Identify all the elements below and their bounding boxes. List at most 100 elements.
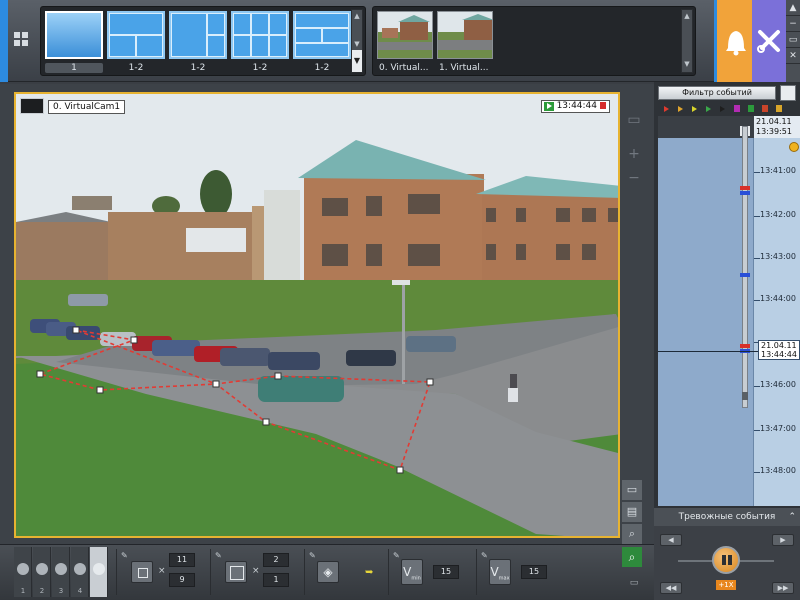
mode-button-2[interactable]: 2: [33, 547, 51, 597]
alarm-events-header[interactable]: Тревожные события ⌃: [654, 508, 800, 526]
play-icon: [543, 102, 554, 111]
calendar-icon[interactable]: [780, 85, 796, 101]
edit-icon[interactable]: ✎: [121, 551, 128, 560]
fill-bucket-icon[interactable]: ◈: [317, 561, 339, 583]
mode-button-1[interactable]: 1: [14, 547, 32, 597]
camera-0-thumb[interactable]: [377, 11, 433, 59]
grid-height-field[interactable]: 1: [263, 573, 289, 587]
orange-square-marker[interactable]: [776, 105, 782, 112]
event-filter-button[interactable]: Фильтр событий: [658, 86, 776, 100]
stop-icon: [600, 102, 606, 109]
collapse-icon[interactable]: ⌃: [788, 508, 796, 526]
tick-label: 13:43:00: [760, 252, 796, 261]
minimize-icon[interactable]: −: [786, 16, 800, 32]
alarm-bell-button[interactable]: [714, 0, 752, 82]
tick-label: 13:47:00: [760, 424, 796, 433]
layout-label: 1-2: [128, 63, 144, 73]
edit-icon[interactable]: ✎: [309, 551, 316, 560]
layout-1-2-thumb[interactable]: [169, 11, 227, 59]
grid-large-button[interactable]: [225, 561, 247, 583]
layout-label: 1-2: [190, 63, 206, 73]
vmax-icon[interactable]: Vmax: [489, 559, 511, 585]
layout-1-2-thumb[interactable]: [293, 11, 351, 59]
restore-icon[interactable]: ▭: [786, 32, 800, 48]
timeline[interactable]: 0 21.04.1113:39:51 13:41:00 13:42:00 13:…: [658, 116, 800, 506]
edit-icon[interactable]: ✎: [393, 551, 400, 560]
red-square-marker[interactable]: [762, 105, 768, 112]
grid-small-button[interactable]: [131, 561, 153, 583]
restore-window-icon[interactable]: ▭: [624, 110, 644, 130]
zoom-out-icon[interactable]: −: [624, 168, 644, 188]
cameras-scrollbar[interactable]: ▲ ▼: [681, 9, 693, 73]
active-search-icon[interactable]: ⌕: [622, 547, 642, 567]
search-icon[interactable]: ⌕: [622, 524, 642, 544]
fast-forward-button[interactable]: ▶▶: [772, 582, 794, 594]
prev-frame-button[interactable]: ◀: [660, 534, 682, 546]
archive-icon[interactable]: ▤: [622, 502, 642, 522]
event-mark[interactable]: [740, 273, 750, 277]
next-frame-button[interactable]: ▶: [772, 534, 794, 546]
grid-width-field[interactable]: 2: [263, 553, 289, 567]
event-mark[interactable]: [740, 186, 750, 190]
red-event-marker[interactable]: [664, 106, 669, 112]
grid-height-field[interactable]: 9: [169, 573, 195, 587]
alarm-indicator-icon[interactable]: [789, 142, 799, 152]
camera-label: 1. Virtual...: [439, 63, 489, 73]
arrow-icon: ➥: [365, 567, 374, 578]
detector-toolbar: 1 2 3 4 ✎ × 11 9 ✎ × 2 1 ✎ ◈ ➥ ✎ Vmin 15…: [0, 544, 654, 600]
layout-1-thumb[interactable]: [45, 11, 103, 59]
edit-icon[interactable]: ✎: [481, 551, 488, 560]
timeline-scroll-track[interactable]: [742, 126, 748, 408]
camera-type-icon: [20, 98, 44, 114]
event-mark[interactable]: [740, 344, 750, 348]
rewind-button[interactable]: ◀◀: [660, 582, 682, 594]
times-sign: ×: [252, 566, 260, 576]
green-event-marker[interactable]: [706, 106, 711, 112]
video-frame[interactable]: 0. VirtualCam1 13:44:44: [14, 92, 620, 538]
layout-grid-icon[interactable]: [14, 32, 30, 48]
playback-speed[interactable]: +1X: [716, 580, 736, 590]
layouts-panel: 1 1-2 1-2 1-2 1-2 ▲ ▼ ▼: [40, 6, 366, 76]
camera-label: 0. Virtual...: [379, 63, 429, 73]
live-time-indicator[interactable]: 13:44:44: [540, 100, 610, 113]
mini-window-icon[interactable]: ▭: [624, 573, 644, 593]
mode-button-3[interactable]: 3: [52, 547, 70, 597]
cameras-panel: 0. Virtual... 1. Virtual... ▲ ▼: [372, 6, 696, 76]
tick-label: 13:48:00: [760, 466, 796, 475]
bottom-right-tools: ⌕ ▭: [620, 545, 654, 600]
pin-icon[interactable]: ▲: [786, 0, 800, 16]
green-square-marker[interactable]: [748, 105, 754, 112]
layout-1-2-thumb[interactable]: [231, 11, 289, 59]
camera-1-thumb[interactable]: [437, 11, 493, 59]
track-thumb[interactable]: [742, 392, 748, 400]
yellow-event-marker[interactable]: [692, 106, 697, 112]
edit-icon[interactable]: ✎: [215, 551, 222, 560]
bell-icon: [726, 31, 746, 56]
zoom-in-icon[interactable]: +: [624, 144, 644, 164]
tools-icon: [757, 30, 780, 53]
fill-group: ✎ ◈ ➥: [304, 549, 386, 595]
camera-scene: [16, 94, 618, 536]
playback-controls: ◀ ▶ ◀◀ ▶▶ +1X: [654, 526, 800, 600]
mode-button-4[interactable]: 4: [71, 547, 89, 597]
vmax-field[interactable]: 15: [521, 565, 547, 579]
camera-title[interactable]: 0. VirtualCam1: [48, 100, 126, 114]
layouts-dropdown-button[interactable]: ▼: [352, 50, 362, 72]
pause-button[interactable]: [712, 546, 740, 574]
purple-event-marker[interactable]: [734, 105, 740, 112]
layout-label: 1-2: [314, 63, 330, 73]
grid-width-field[interactable]: 11: [169, 553, 195, 567]
timeline-cursor-label: 21.04.11 13:44:44: [758, 340, 800, 360]
settings-button[interactable]: [752, 0, 786, 82]
close-icon[interactable]: ✕: [786, 48, 800, 64]
orange-event-marker[interactable]: [678, 106, 683, 112]
vmin-field[interactable]: 15: [433, 565, 459, 579]
video-area: 0. VirtualCam1 13:44:44 ▭ + − ▭ ▤ ⌕: [0, 84, 654, 544]
monitor-icon[interactable]: ▭: [622, 480, 642, 500]
layout-1-2-thumb[interactable]: [107, 11, 165, 59]
event-mark[interactable]: [740, 191, 750, 195]
black-event-marker[interactable]: [720, 106, 725, 112]
layouts-scrollbar[interactable]: ▲ ▼ ▼: [351, 9, 363, 73]
vmin-icon[interactable]: Vmin: [401, 559, 423, 585]
mode-button-active[interactable]: [90, 547, 108, 597]
